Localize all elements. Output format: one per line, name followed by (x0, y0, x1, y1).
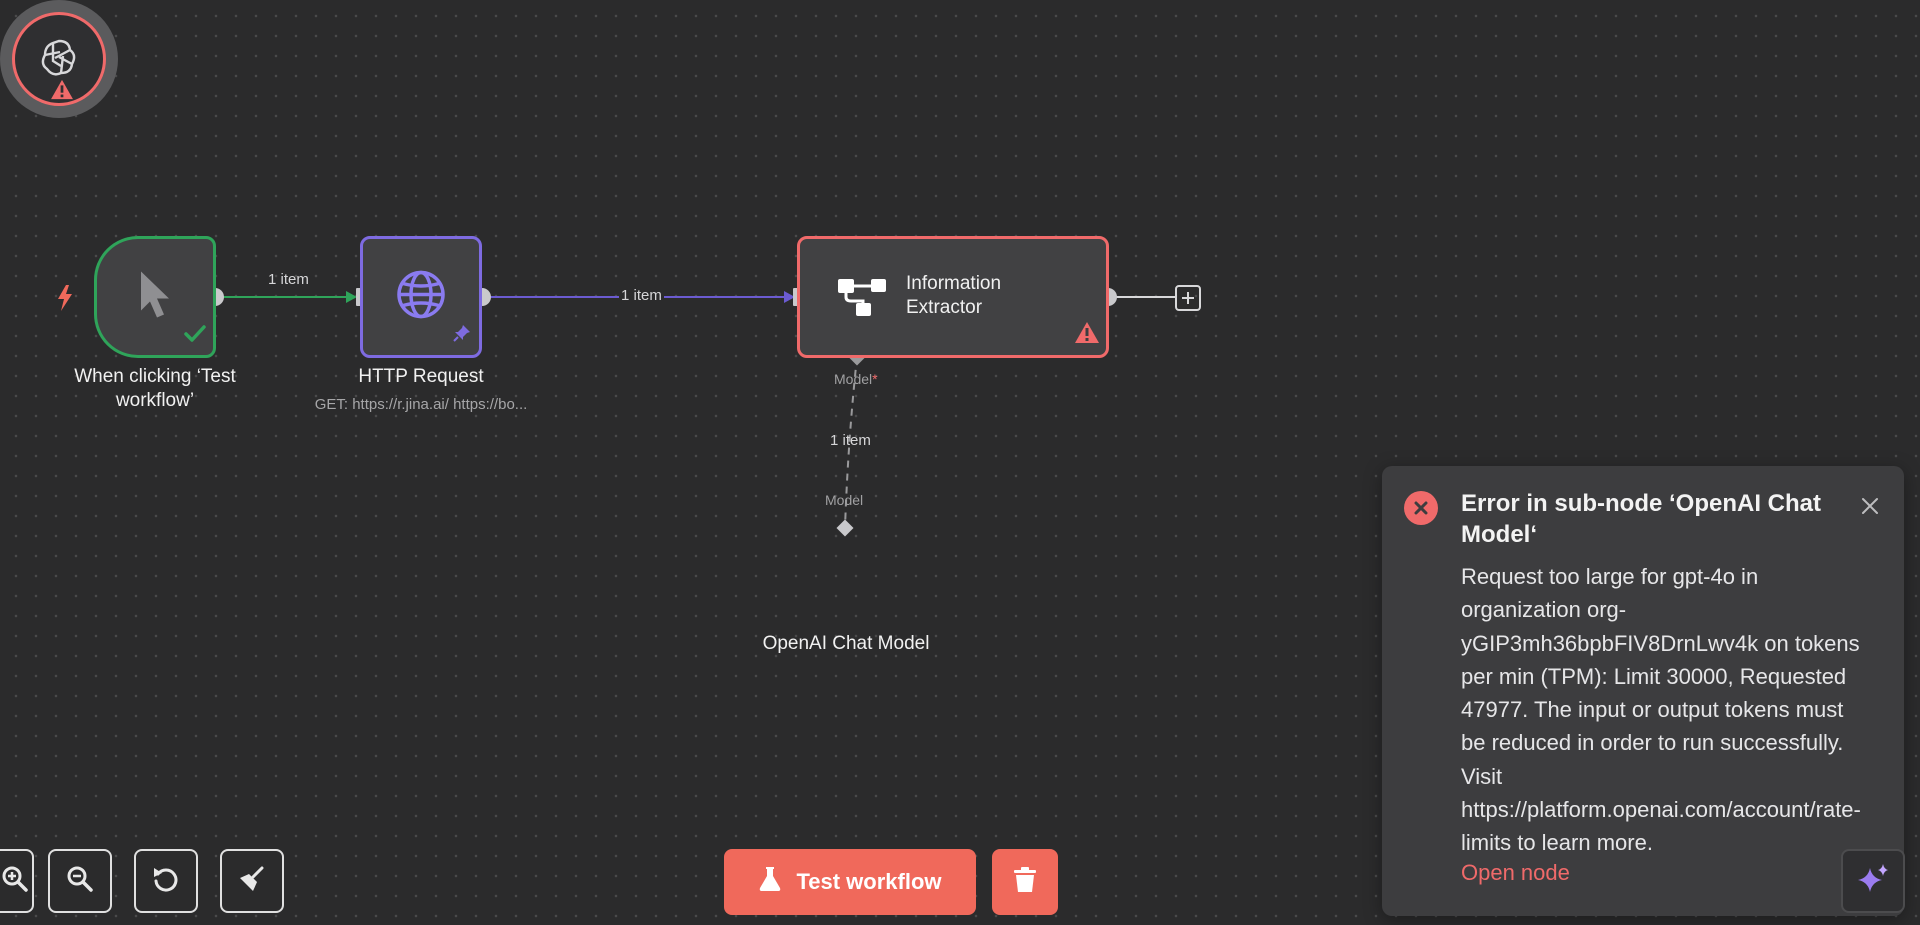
openai-icon (39, 37, 79, 82)
http-request-node-subtitle: GET: https://r.jina.ai/ https://bo... (314, 396, 528, 413)
globe-icon (395, 269, 447, 326)
toast-message: Request too large for gpt-4o in organiza… (1461, 564, 1861, 856)
zoom-in-button[interactable] (0, 849, 34, 913)
warning-icon (1074, 321, 1100, 349)
zoom-in-icon (1, 865, 29, 898)
toast-title: Error in sub-node ‘OpenAI Chat Model‘ (1461, 490, 1822, 548)
extractor-model-handle-label: Model* (834, 371, 878, 387)
http-request-node-label: HTTP Request (358, 366, 484, 387)
close-icon[interactable] (1858, 494, 1882, 518)
workflow-canvas[interactable]: 1 item 1 item 1 item When clicking ‘Test… (0, 0, 1920, 925)
edge-label: 1 item (268, 271, 309, 288)
cursor-icon (135, 269, 175, 326)
edge-arrow-icon (346, 291, 357, 303)
trash-icon (1013, 866, 1037, 898)
ai-assistant-button[interactable] (1841, 849, 1905, 913)
flask-icon (758, 866, 782, 898)
information-extractor-title: Information Extractor (906, 273, 1002, 318)
extractor-icon (837, 277, 889, 326)
reset-zoom-icon (151, 864, 181, 899)
trigger-node[interactable] (94, 236, 216, 358)
sparkles-icon (1856, 862, 1890, 901)
test-workflow-label: Test workflow (796, 869, 942, 894)
trigger-bolt-icon (55, 284, 75, 317)
error-toast: Error in sub-node ‘OpenAI Chat Model‘ Re… (1382, 466, 1904, 916)
success-check-icon (183, 324, 207, 349)
openai-model-handle[interactable] (836, 519, 854, 537)
clear-execution-button[interactable] (992, 849, 1058, 915)
information-extractor-node[interactable]: Information Extractor (797, 236, 1109, 358)
pin-icon (453, 324, 471, 347)
test-workflow-button[interactable]: Test workflow (724, 849, 976, 915)
add-node-plus-icon[interactable] (1175, 285, 1201, 311)
openai-chat-model-node-label: OpenAI Chat Model (762, 633, 930, 654)
openai-model-handle-label: Model (825, 492, 864, 508)
edge-label: 1 item (830, 432, 871, 449)
warning-icon (50, 79, 74, 105)
http-request-node[interactable] (360, 236, 482, 358)
broom-icon (237, 864, 267, 899)
edge-label: 1 item (619, 287, 664, 304)
error-icon (1404, 491, 1438, 525)
zoom-out-button[interactable] (48, 849, 112, 913)
zoom-out-icon (66, 865, 94, 898)
reset-zoom-button[interactable] (134, 849, 198, 913)
trigger-node-label: When clicking ‘Test workflow’ (74, 366, 236, 411)
open-node-link[interactable]: Open node (1461, 860, 1570, 886)
tidy-up-button[interactable] (220, 849, 284, 913)
